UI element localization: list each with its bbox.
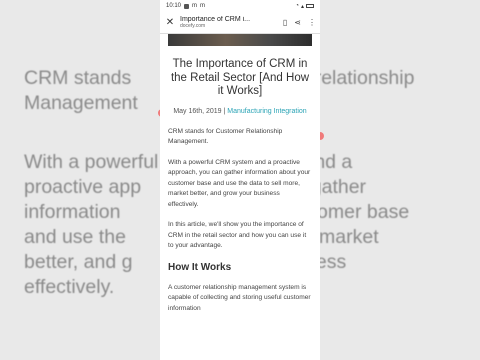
wifi-icon: ◔ — [295, 3, 299, 9]
category-link[interactable]: Manufacturing Integration — [227, 108, 306, 115]
status-bar: 10:10 m m ◔ ▴ — [160, 0, 320, 12]
article-date: May 16th, 2019 — [173, 107, 222, 115]
bg-line: and use the — [24, 226, 126, 248]
paragraph: With a powerful CRM system and a proacti… — [168, 158, 311, 208]
bg-line: relationship — [314, 67, 415, 89]
share-icon[interactable]: ⋖ — [294, 18, 301, 27]
url-domain: docefy.com — [180, 23, 206, 29]
article-content: The Importance of CRM in the Retail Sect… — [160, 58, 320, 314]
bg-line: better, and g — [24, 251, 133, 273]
section-heading: How It Works — [168, 261, 232, 273]
bg-line: With a powerful — [24, 151, 159, 173]
bg-line: ess — [315, 251, 347, 273]
bookmark-icon[interactable]: ▯ — [283, 18, 287, 27]
phone-screen: 10:10 m m ◔ ▴ ✕ Importance of CRM i... d… — [160, 0, 320, 360]
more-menu-icon[interactable]: ⋮ — [308, 18, 316, 27]
hero-image — [168, 34, 312, 46]
signal-icon: ▴ — [300, 3, 304, 10]
paragraph: In this article, we'll show you the impo… — [168, 221, 307, 249]
bg-line: effectively. — [24, 276, 115, 298]
url-info[interactable]: Importance of CRM i... docefy.com — [180, 16, 283, 29]
bg-line: Management — [24, 92, 138, 114]
notification-icon — [184, 3, 190, 9]
article-title: The Importance of CRM in the Retail Sect… — [170, 58, 310, 97]
article-meta: May 16th, 2019 | Manufacturing Integrati… — [168, 106, 312, 117]
browser-toolbar: ✕ Importance of CRM i... docefy.com ▯ ⋖ … — [160, 12, 320, 34]
bg-line: proactive app — [24, 176, 142, 198]
paragraph: CRM stands for Customer Relationship Man… — [168, 127, 283, 146]
battery-icon — [306, 4, 314, 8]
bg-line: information — [24, 201, 121, 223]
tab-title: Importance of CRM i... — [180, 16, 251, 23]
status-time: 10:10 — [166, 3, 182, 9]
paragraph: A customer relationship management syste… — [168, 283, 311, 312]
gmail-icon: m — [200, 3, 206, 9]
close-icon[interactable]: ✕ — [164, 17, 176, 28]
gmail-icon: m — [192, 3, 198, 9]
bg-line: CRM stands — [24, 67, 132, 89]
